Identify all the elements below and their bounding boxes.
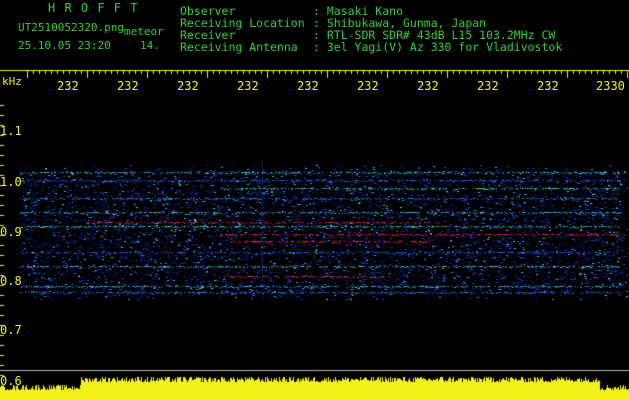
y-axis-unit: kHz [2, 75, 22, 88]
x-tick-10: 2330 [596, 79, 625, 93]
x-tick-4: 232 [237, 79, 259, 93]
x-tick-9: 232 [537, 79, 559, 93]
file-name: UT2510052320.png [18, 21, 124, 34]
y-tick-1.1: 1.1 [0, 124, 22, 138]
field-label-antenna: Receiving Antenna [180, 40, 298, 54]
program-title: H R O F F T [48, 1, 139, 15]
x-tick-3: 232 [177, 79, 199, 93]
x-tick-1: 232 [57, 79, 79, 93]
spectrogram [0, 0, 629, 400]
x-tick-5: 232 [297, 79, 319, 93]
x-tick-7: 232 [417, 79, 439, 93]
y-tick-0.8: 0.8 [0, 274, 22, 288]
y-tick-0.9: 0.9 [0, 225, 22, 239]
x-tick-2: 232 [117, 79, 139, 93]
y-tick-0.7: 0.7 [0, 323, 22, 337]
y-tick-0.6: 0.6 [0, 374, 22, 388]
x-tick-6: 232 [357, 79, 379, 93]
field-value-antenna: : 3el Yagi(V) Az 330 for Vladivostok [313, 40, 563, 54]
y-tick-1.0: 1.0 [0, 175, 22, 189]
datetime-label: 25.10.05 23:20 [18, 39, 111, 52]
count-label: 14. [140, 39, 160, 52]
mode-label: meteor [124, 25, 164, 38]
x-tick-8: 232 [477, 79, 499, 93]
hrofft-window: H R O F F T UT2510052320.png meteor 25.1… [0, 0, 629, 400]
